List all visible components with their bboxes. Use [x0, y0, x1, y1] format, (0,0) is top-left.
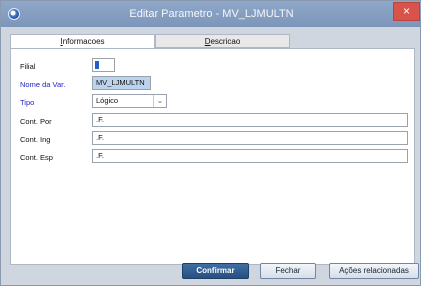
- tab-bar: Informacoes Descricao: [10, 34, 415, 48]
- tab-label-rest: escricao: [210, 37, 241, 46]
- window-title: Editar Parametro - MV_LJMULTN: [129, 8, 294, 20]
- cont-por-field[interactable]: .F.: [92, 113, 408, 127]
- form-panel: Filial Nome da Var. MV_LJMULTN Tipo Lógi…: [10, 48, 415, 265]
- filial-label: Filial: [20, 62, 36, 71]
- confirm-button[interactable]: Confirmar: [182, 263, 249, 279]
- nome-field[interactable]: MV_LJMULTN: [92, 76, 151, 90]
- tab-descricao[interactable]: Descricao: [155, 34, 290, 48]
- tab-informacoes[interactable]: Informacoes: [10, 34, 155, 48]
- close-button[interactable]: ×: [393, 2, 420, 21]
- filial-field[interactable]: [92, 58, 115, 72]
- close-form-button[interactable]: Fechar: [260, 263, 316, 279]
- tipo-select[interactable]: Lógico ⌄: [92, 94, 167, 108]
- nome-label: Nome da Var.: [20, 80, 66, 89]
- tab-label-rest: nformacoes: [62, 37, 105, 46]
- tipo-value: Lógico: [96, 96, 119, 105]
- cont-ing-label: Cont. Ing: [20, 135, 51, 144]
- related-actions-button[interactable]: Ações relacionadas: [329, 263, 419, 279]
- cont-esp-label: Cont. Esp: [20, 153, 53, 162]
- chevron-down-icon[interactable]: ⌄: [153, 95, 166, 107]
- cont-ing-field[interactable]: .F.: [92, 131, 408, 145]
- dialog-window: Editar Parametro - MV_LJMULTN × Informac…: [0, 0, 421, 286]
- text-cursor: [95, 61, 99, 69]
- close-icon: ×: [402, 4, 410, 18]
- tipo-label: Tipo: [20, 98, 35, 107]
- cont-por-label: Cont. Por: [20, 117, 52, 126]
- cont-esp-field[interactable]: .F.: [92, 149, 408, 163]
- title-bar[interactable]: Editar Parametro - MV_LJMULTN ×: [1, 1, 421, 27]
